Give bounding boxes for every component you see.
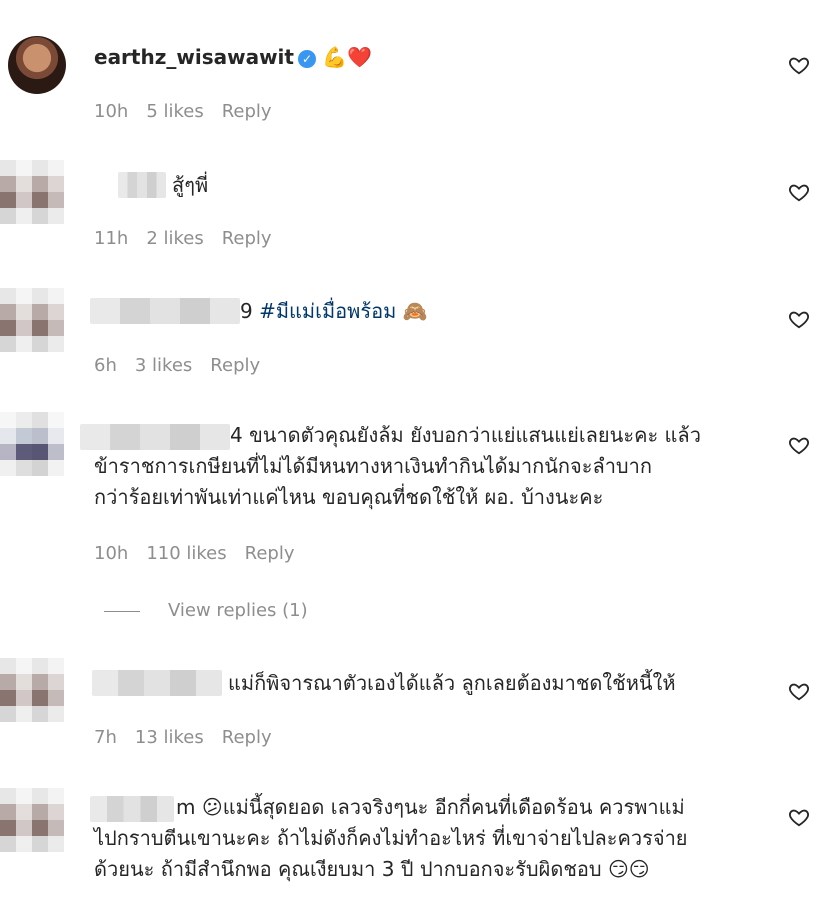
comment-line-2: ไปกราบตีนเขานะคะ ถ้าไม่ดังก็คงไม่ทำอะไหร… (94, 826, 688, 850)
comment-text: ขนาดตัวคุณยังล้ม ยังบอกว่าแย่แสนแย่เลยนะ… (249, 423, 701, 447)
heart-icon[interactable] (788, 680, 810, 702)
likes-count[interactable]: 5 likes (146, 101, 203, 122)
verified-badge-icon: ✓ (297, 50, 316, 68)
avatar[interactable] (0, 288, 64, 352)
timestamp[interactable]: 10h (94, 543, 128, 564)
comment-meta: 11h 2 likes Reply (94, 228, 290, 249)
likes-count[interactable]: 3 likes (135, 355, 192, 376)
comment-line-1: m 😕แม่นี้สุดยอด เลวจริงๆนะ อีกกี่คนที่เด… (94, 792, 784, 823)
view-replies-button[interactable]: View replies (1) (104, 600, 308, 621)
comment-text: แม่ก็พิจารณาตัวเองได้แล้ว ลูกเลยต้องมาชด… (228, 671, 676, 695)
avatar[interactable] (0, 658, 64, 722)
avatar[interactable] (0, 160, 64, 224)
comment-line-2: ข้าราชการเกษียนที่ไม่ได้มีหนทางหาเงินทำก… (94, 454, 652, 478)
likes-count[interactable]: 2 likes (146, 228, 203, 249)
avatar[interactable] (0, 412, 64, 476)
reply-button[interactable]: Reply (245, 543, 295, 564)
timestamp[interactable]: 11h (94, 228, 128, 249)
comment-text: 💪❤️ (322, 45, 373, 69)
heart-icon[interactable] (788, 181, 810, 203)
comment-meta: 7h 13 likes Reply (94, 727, 290, 748)
heart-icon[interactable] (788, 806, 810, 828)
comment-line-1: 4 ขนาดตัวคุณยังล้ม ยังบอกว่าแย่แสนแย่เลย… (94, 420, 784, 451)
reply-button[interactable]: Reply (222, 101, 272, 122)
comment-body: 9 #มีแม่เมื่อพร้อม 🙈 (240, 296, 428, 327)
likes-count[interactable]: 110 likes (146, 543, 226, 564)
username[interactable]: earthz_wisawawit (94, 45, 294, 69)
comment-body: earthz_wisawawit ✓ 💪❤️ (94, 42, 372, 73)
avatar[interactable] (0, 788, 64, 852)
see-no-evil-monkey-emoji: 🙈 (402, 299, 428, 323)
comment-body: m 😕แม่นี้สุดยอด เลวจริงๆนะ อีกกี่คนที่เด… (94, 792, 784, 885)
likes-count[interactable]: 13 likes (135, 727, 204, 748)
avatar[interactable] (8, 36, 66, 94)
handle-tail: 9 (240, 299, 253, 323)
handle-tail: 4 (230, 423, 243, 447)
divider-line (104, 610, 140, 612)
view-replies-label: View replies (1) (168, 600, 308, 621)
reply-button[interactable]: Reply (222, 228, 272, 249)
blurred-username (90, 298, 240, 324)
heart-icon[interactable] (788, 434, 810, 456)
reply-button[interactable]: Reply (210, 355, 260, 376)
comment-meta: 10h 5 likes Reply (94, 101, 290, 122)
reply-button[interactable]: Reply (222, 727, 272, 748)
heart-icon[interactable] (788, 54, 810, 76)
handle-tail: m (176, 795, 196, 819)
timestamp[interactable]: 6h (94, 355, 117, 376)
comment-line-3: กว่าร้อยเท่าพันเท่าแค่ไหน ขอบคุณที่ชดใช้… (94, 485, 604, 509)
comment-line-3: ด้วยนะ ถ้ามีสำนึกพอ คุณเงียบมา 3 ปี ปากบ… (94, 857, 650, 881)
comment-meta: 6h 3 likes Reply (94, 355, 278, 376)
timestamp[interactable]: 7h (94, 727, 117, 748)
comment-meta: 10h 110 likes Reply (94, 543, 313, 564)
blurred-username (92, 670, 222, 696)
hashtag-link[interactable]: #มีแม่เมื่อพร้อม (259, 299, 396, 323)
comment-text: 😕แม่นี้สุดยอด เลวจริงๆนะ อีกกี่คนที่เดือ… (201, 795, 685, 819)
heart-icon[interactable] (788, 308, 810, 330)
blurred-username (118, 172, 166, 198)
comment-body: 4 ขนาดตัวคุณยังล้ม ยังบอกว่าแย่แสนแย่เลย… (94, 420, 784, 513)
comment-text: สู้ๆพี่ (172, 173, 209, 197)
timestamp[interactable]: 10h (94, 101, 128, 122)
